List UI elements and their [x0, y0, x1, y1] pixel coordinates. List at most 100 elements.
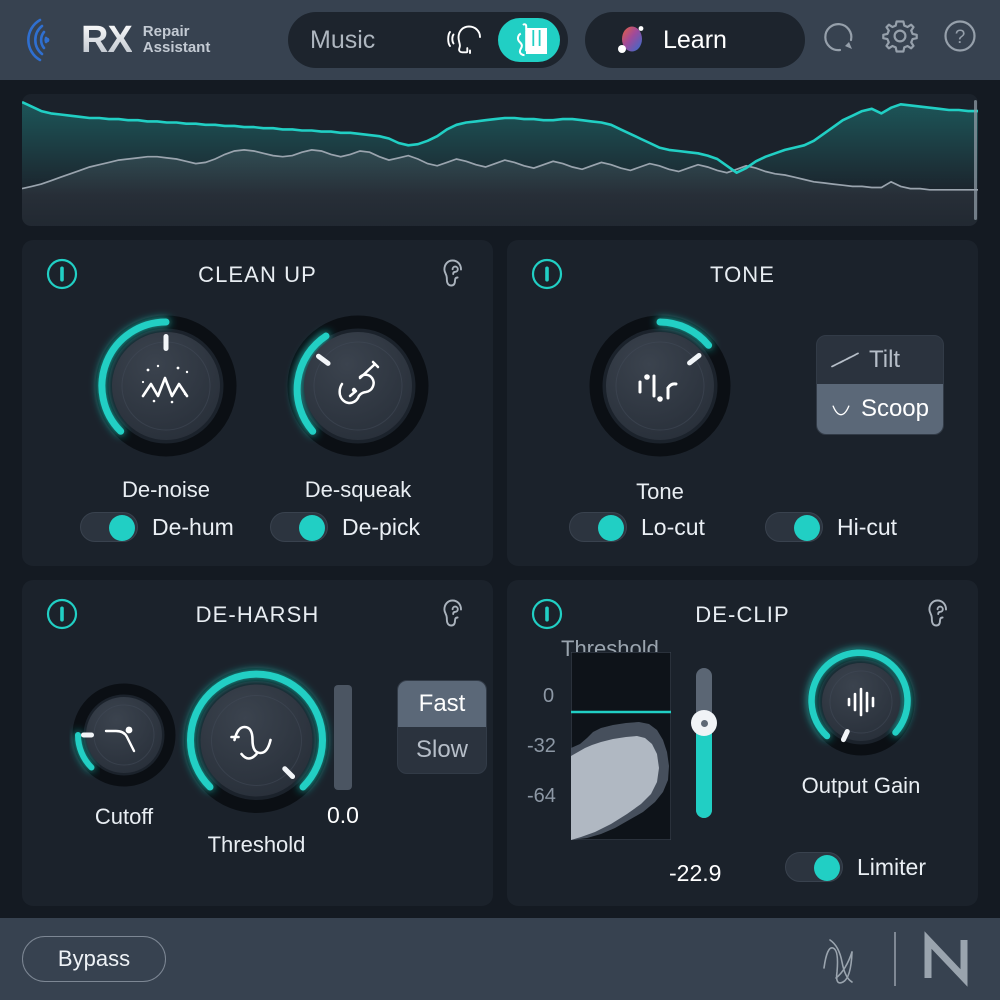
- deharsh-speed-slow-label: Slow: [416, 736, 468, 764]
- source-selector[interactable]: Music: [288, 12, 568, 68]
- toggle-knob: [299, 515, 325, 541]
- knob-de-squeak[interactable]: De-squeak: [278, 306, 438, 503]
- knob-tone[interactable]: Tone: [580, 306, 740, 505]
- plugin-window: RX Repair Assistant Music: [0, 0, 1000, 1000]
- panel-title-cleanup: CLEAN UP: [22, 262, 493, 288]
- toggle-de-hum[interactable]: De-hum: [80, 512, 234, 542]
- toggle-knob: [598, 515, 624, 541]
- toggle-knob: [814, 855, 840, 881]
- header-icon-group: ?: [818, 14, 982, 58]
- knob-label-de-squeak: De-squeak: [278, 477, 438, 503]
- rx-radial-logo-icon: [22, 15, 72, 65]
- deharsh-speed-selector[interactable]: Fast Slow: [397, 680, 487, 774]
- brand-tagline-line2: Assistant: [143, 40, 211, 56]
- deharsh-speed-fast-label: Fast: [419, 690, 466, 718]
- footer-logos: [816, 918, 974, 1000]
- knob-deharsh-threshold-dial: [174, 658, 339, 823]
- tone-mode-scoop[interactable]: Scoop: [817, 384, 943, 434]
- panel-title-tone: TONE: [507, 262, 978, 288]
- toggle-de-hum-switch[interactable]: [80, 512, 138, 542]
- knob-de-squeak-dial: [278, 306, 438, 466]
- toggle-de-pick[interactable]: De-pick: [270, 512, 420, 542]
- tone-mode-selector[interactable]: Tilt Scoop: [816, 335, 944, 435]
- toggle-knob: [794, 515, 820, 541]
- declip-threshold-slider[interactable]: -22.9: [691, 668, 721, 887]
- toggle-hi-cut-switch[interactable]: [765, 512, 823, 542]
- tone-mode-tilt-label: Tilt: [869, 346, 900, 374]
- izotope-wave-icon: [816, 930, 872, 988]
- declip-histogram[interactable]: [571, 652, 671, 840]
- declip-axis-32: -32: [527, 735, 556, 758]
- toggle-limiter-switch[interactable]: [785, 852, 843, 882]
- listen-ear-icon-cleanup[interactable]: [439, 257, 469, 289]
- toggle-lo-cut-switch[interactable]: [569, 512, 627, 542]
- tilt-icon: [831, 351, 859, 369]
- panel-declip: DE-CLIP Threshold 0 -32 -64: [507, 580, 978, 906]
- deharsh-speed-fast[interactable]: Fast: [398, 681, 486, 727]
- module-grid: CLEAN UP: [22, 226, 978, 918]
- knob-tone-dial: [580, 306, 740, 466]
- knob-label-de-noise: De-noise: [86, 477, 246, 503]
- learn-button[interactable]: Learn: [585, 12, 805, 68]
- panel-cleanup: CLEAN UP: [22, 240, 493, 566]
- undo-icon[interactable]: [818, 14, 862, 58]
- toggle-hi-cut-label: Hi-cut: [837, 514, 897, 541]
- listen-ear-icon-declip[interactable]: [924, 597, 954, 629]
- brand-tagline: Repair Assistant: [141, 24, 211, 56]
- knob-cutoff[interactable]: Cutoff: [64, 675, 184, 830]
- toggle-de-pick-switch[interactable]: [270, 512, 328, 542]
- izotope-orb-icon: [613, 23, 647, 57]
- panel-tone: TONE: [507, 240, 978, 566]
- knob-label-output-gain: Output Gain: [799, 773, 923, 799]
- spectrum-display[interactable]: [22, 94, 978, 226]
- tone-mode-scoop-label: Scoop: [861, 395, 929, 423]
- native-instruments-icon: [918, 930, 974, 988]
- header-bar: RX Repair Assistant Music: [0, 0, 1000, 80]
- deharsh-reduction-bar: [334, 685, 352, 790]
- panel-deharsh: DE-HARSH: [22, 580, 493, 906]
- knob-de-noise-dial: [86, 306, 246, 466]
- voice-head-icon: [447, 22, 487, 58]
- listen-ear-icon-deharsh[interactable]: [439, 597, 469, 629]
- toggle-limiter[interactable]: Limiter: [785, 852, 926, 882]
- panel-title-deharsh: DE-HARSH: [22, 602, 493, 628]
- toggle-de-pick-label: De-pick: [342, 514, 420, 541]
- declip-threshold-value: -22.9: [669, 860, 721, 887]
- help-icon[interactable]: ?: [938, 14, 982, 58]
- toggle-knob: [109, 515, 135, 541]
- slider-fill: [696, 724, 712, 818]
- deharsh-reduction-meter: 0.0: [322, 685, 364, 829]
- knob-cutoff-dial: [64, 675, 184, 795]
- footer-bar: Bypass: [0, 918, 1000, 1000]
- slider-handle-dot: [701, 720, 708, 727]
- knob-output-gain-dial: [799, 640, 923, 764]
- deharsh-speed-slow[interactable]: Slow: [398, 727, 486, 773]
- source-option-voice[interactable]: [436, 18, 498, 62]
- knob-deharsh-threshold[interactable]: Threshold: [174, 658, 339, 858]
- brand-logo: RX Repair Assistant: [22, 15, 210, 65]
- source-option-music[interactable]: [498, 18, 560, 62]
- bypass-button[interactable]: Bypass: [22, 936, 166, 982]
- knob-output-gain[interactable]: Output Gain: [799, 640, 923, 799]
- declip-axis-64: -64: [527, 785, 556, 808]
- toggle-lo-cut-label: Lo-cut: [641, 514, 705, 541]
- brand-tagline-line1: Repair: [143, 24, 211, 40]
- playhead-marker[interactable]: [974, 100, 977, 220]
- tone-mode-tilt[interactable]: Tilt: [817, 336, 943, 384]
- toggle-hi-cut[interactable]: Hi-cut: [765, 512, 897, 542]
- slider-handle[interactable]: [691, 710, 717, 736]
- knob-label-tone: Tone: [580, 479, 740, 505]
- knob-label-cutoff: Cutoff: [64, 804, 184, 830]
- guitar-piano-icon: [508, 21, 550, 59]
- toggle-limiter-label: Limiter: [857, 854, 926, 881]
- declip-axis-0: 0: [543, 685, 554, 708]
- panel-title-declip: DE-CLIP: [507, 602, 978, 628]
- knob-de-noise[interactable]: De-noise: [86, 306, 246, 503]
- scoop-icon: [831, 400, 851, 418]
- footer-divider: [894, 932, 896, 986]
- toggle-lo-cut[interactable]: Lo-cut: [569, 512, 705, 542]
- spectrum-curves: [22, 94, 978, 226]
- gear-icon[interactable]: [878, 14, 922, 58]
- learn-label: Learn: [663, 26, 727, 55]
- source-label: Music: [310, 26, 436, 55]
